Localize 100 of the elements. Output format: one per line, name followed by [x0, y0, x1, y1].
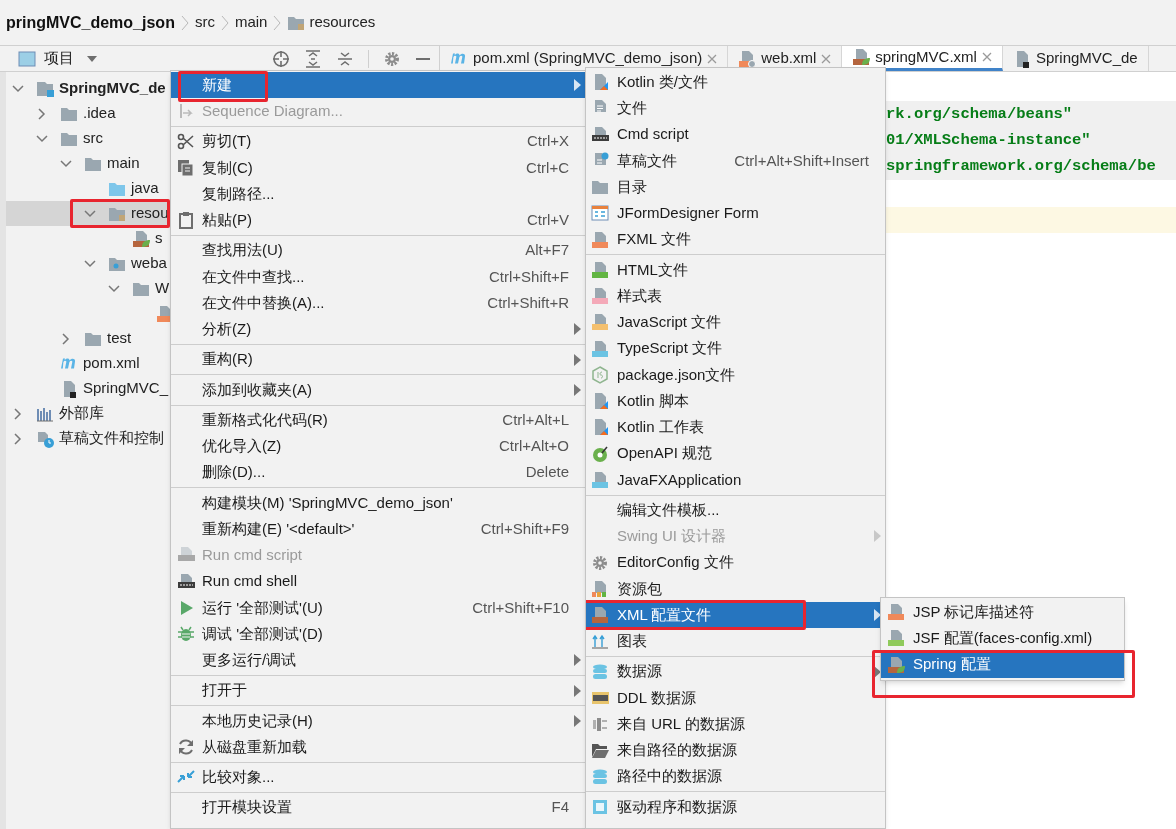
tree-item-label[interactable]: src: [83, 127, 103, 150]
tree-item-label[interactable]: SpringMVC_de: [59, 77, 166, 100]
menu-item[interactable]: 编辑文件模板...: [586, 497, 885, 524]
scratches-icon: [36, 429, 54, 448]
folder-icon: [591, 178, 609, 197]
breadcrumb-item[interactable]: main: [234, 11, 268, 34]
menu-item[interactable]: JavaScript 文件: [586, 309, 885, 336]
menu-item[interactable]: Kotlin 工作表: [586, 414, 885, 441]
menu-item[interactable]: 更多运行/调试: [171, 647, 585, 674]
shortcut-text: Ctrl+X: [526, 131, 569, 152]
typescript-file-icon: [591, 339, 609, 358]
breadcrumb-item[interactable]: resources: [309, 11, 376, 34]
menu-item[interactable]: 打开于: [171, 677, 585, 704]
editor-tab[interactable]: springMVC.xml: [842, 46, 1003, 71]
menu-item[interactable]: 驱动程序和数据源: [586, 793, 885, 820]
shortcut-text: F4: [551, 797, 569, 818]
shortcut-text: Ctrl+C: [526, 157, 569, 178]
menu-item[interactable]: 在文件中替换(A)... Ctrl+Shift+R: [171, 290, 585, 317]
submenu-arrow-icon: [574, 323, 581, 336]
menu-item[interactable]: 从磁盘重新加载: [171, 734, 585, 761]
shortcut-text: Ctrl+Shift+F10: [472, 597, 569, 618]
menu-item[interactable]: FXML 文件: [586, 226, 885, 253]
menu-item[interactable]: 添加到收藏夹(A): [171, 376, 585, 403]
panel-title[interactable]: 项目: [44, 47, 74, 70]
maven-m-icon: [450, 53, 468, 64]
reload-icon: [177, 738, 195, 757]
bug-icon: [177, 625, 195, 644]
tree-item-label[interactable]: SpringMVC_: [83, 377, 169, 400]
dropdown-caret-icon: [86, 54, 98, 63]
menu-item[interactable]: 本地历史记录(H): [171, 707, 585, 734]
menu-item[interactable]: 优化导入(Z) Ctrl+Alt+O: [171, 433, 585, 460]
chevron-right-icon: [180, 14, 189, 31]
menu-item[interactable]: 新建: [171, 72, 585, 99]
tree-item-label[interactable]: weba: [131, 252, 167, 275]
menu-item[interactable]: 重构(R): [171, 346, 585, 373]
submenu-arrow-icon: [874, 609, 881, 622]
settings-icon: [591, 553, 609, 572]
menu-item[interactable]: Spring 配置: [881, 651, 1124, 678]
breadcrumb-item[interactable]: pringMVC_demo_json: [6, 10, 175, 35]
tab-label: springMVC.xml: [875, 46, 977, 67]
menu-item[interactable]: TypeScript 文件: [586, 335, 885, 362]
tree-item-label[interactable]: s: [155, 227, 163, 250]
menu-item[interactable]: HTML文件: [586, 256, 885, 283]
menu-item[interactable]: 在文件中查找... Ctrl+Shift+F: [171, 263, 585, 290]
tree-item-label[interactable]: java: [131, 177, 159, 200]
menu-item[interactable]: 来自路径的数据源: [586, 737, 885, 764]
menu-item[interactable]: Run cmd shell: [171, 568, 585, 595]
shortcut-text: Ctrl+Alt+L: [502, 409, 569, 430]
tree-item-label[interactable]: pom.xml: [83, 352, 140, 375]
settings-icon: [383, 49, 401, 68]
javascript-file-icon: [591, 313, 609, 332]
menu-item[interactable]: package.json文件: [586, 361, 885, 388]
menu-item[interactable]: JFormDesigner Form: [586, 200, 885, 227]
tree-item-label[interactable]: W: [155, 277, 170, 300]
spring-file-icon: [887, 655, 905, 674]
submenu-arrow-icon: [574, 654, 581, 667]
menu-item[interactable]: Kotlin 类/文件: [586, 69, 885, 96]
shortcut-text: Ctrl+Shift+F: [488, 266, 569, 287]
spring-file-icon: [132, 229, 150, 248]
sequence-diagram-icon: [177, 102, 195, 121]
expand-all-icon: [304, 49, 322, 68]
module-icon: [36, 79, 54, 98]
menu-item[interactable]: 删除(D)... Delete: [171, 459, 585, 486]
hexagon-icon: [591, 365, 609, 384]
tree-item-label[interactable]: main: [107, 152, 140, 175]
submenu-arrow-icon: [574, 79, 581, 92]
web-xml-icon: [738, 49, 757, 68]
menu-item[interactable]: 来自 URL 的数据源: [586, 711, 885, 738]
tab-label: SpringMVC_de: [1035, 48, 1138, 69]
menu-item[interactable]: 打开模块设置 F4: [171, 794, 585, 821]
menu-item[interactable]: 样式表: [586, 283, 885, 310]
menu-item[interactable]: 粘贴(P) Ctrl+V: [171, 207, 585, 234]
tree-item-label[interactable]: test: [107, 327, 132, 350]
menu-item[interactable]: 调试 '全部测试'(D): [171, 621, 585, 648]
chevron-right-icon: [273, 14, 282, 31]
shortcut-text: Alt+F7: [525, 240, 569, 261]
menu-item[interactable]: 复制路径...: [171, 181, 585, 208]
collapse-all-icon: [336, 49, 354, 68]
menu-item[interactable]: 运行 '全部测试'(U) Ctrl+Shift+F10: [171, 594, 585, 621]
tree-item-label[interactable]: .idea: [83, 102, 116, 125]
menu-item[interactable]: 比较对象...: [171, 764, 585, 791]
menu-item[interactable]: Kotlin 脚本: [586, 388, 885, 415]
menu-item[interactable]: DDL 数据源: [586, 684, 885, 711]
menu-item[interactable]: OpenAPI 规范: [586, 440, 885, 467]
tree-item-label[interactable]: 草稿文件和控制: [59, 427, 164, 450]
menu-item[interactable]: 查找用法(U) Alt+F7: [171, 237, 585, 264]
menu-item[interactable]: 资源包: [586, 575, 885, 602]
tree-item-label[interactable]: 外部库: [59, 402, 104, 425]
menu-item[interactable]: 重新格式化代码(R) Ctrl+Alt+L: [171, 407, 585, 434]
shortcut-text: Delete: [525, 462, 569, 483]
maven-m-icon: [60, 358, 78, 369]
menu-item[interactable]: 分析(Z): [171, 316, 585, 343]
breadcrumb-item[interactable]: src: [194, 11, 215, 34]
menu-item[interactable]: 构建模块(M) 'SpringMVC_demo_json': [171, 489, 585, 516]
menu-item[interactable]: JavaFXApplication: [586, 466, 885, 493]
folder-icon: [591, 741, 609, 760]
menu-item[interactable]: 路径中的数据源: [586, 763, 885, 790]
copy-icon: [177, 158, 195, 177]
menu-item[interactable]: EditorConfig 文件: [586, 549, 885, 576]
menu-item[interactable]: 重新构建(E) '<default>' Ctrl+Shift+F9: [171, 516, 585, 543]
